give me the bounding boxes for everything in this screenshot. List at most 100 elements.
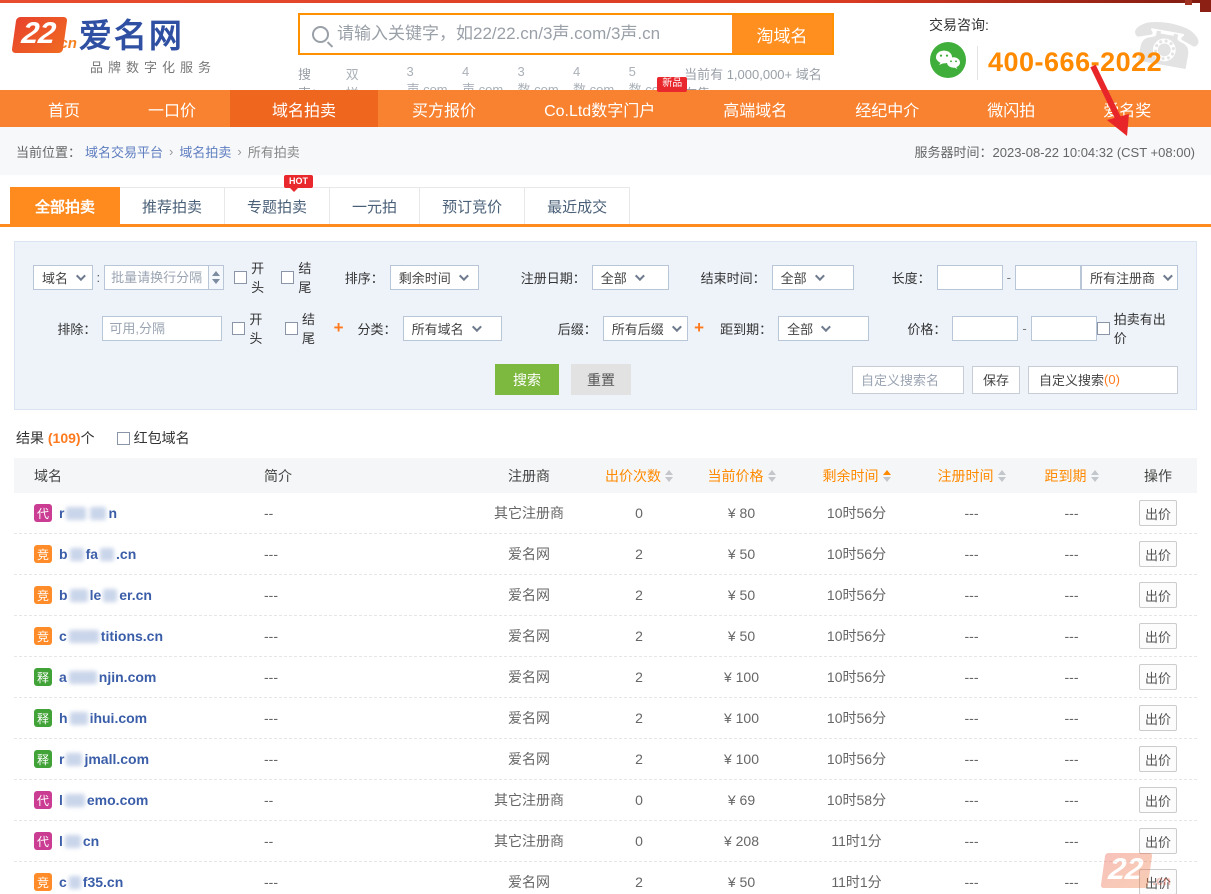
bid-button[interactable]: 出价 xyxy=(1139,828,1177,854)
domain-link[interactable]: lemo.com xyxy=(59,792,148,808)
exclude-ends-checkbox[interactable]: 结尾 xyxy=(285,309,328,347)
domain-link[interactable]: bleer.cn xyxy=(59,587,152,603)
tab-3[interactable]: 专题拍卖HOT xyxy=(225,187,330,224)
domain-link[interactable]: bfa.cn xyxy=(59,546,136,562)
domain-text: c xyxy=(59,628,67,644)
bid-button[interactable]: 出价 xyxy=(1139,541,1177,567)
custom-search-count: (0) xyxy=(1104,372,1120,387)
breadcrumb-link[interactable]: 域名拍卖 xyxy=(179,142,231,161)
site-logo[interactable]: 22 cn 爱名网 品牌数字化服务 xyxy=(14,11,286,76)
nav-item-1[interactable]: 首页 xyxy=(14,90,114,127)
column-header[interactable]: 注册时间 xyxy=(919,466,1024,486)
tab-6[interactable]: 最近成交 xyxy=(525,187,630,224)
tab-5[interactable]: 预订竞价 xyxy=(420,187,525,224)
domain-type-badge: 代 xyxy=(34,832,52,850)
category-select[interactable]: 所有域名 xyxy=(403,316,502,341)
bids-cell: 2 xyxy=(589,628,689,644)
bid-button[interactable]: 出价 xyxy=(1139,582,1177,608)
redpacket-checkbox[interactable]: 红包域名 xyxy=(117,428,190,448)
range-separator: - xyxy=(1007,270,1011,285)
domain-link[interactable]: rjmall.com xyxy=(59,751,149,767)
blurred-text xyxy=(70,548,84,561)
column-header[interactable]: 当前价格 xyxy=(689,466,794,486)
starts-with-checkbox[interactable]: 开头 xyxy=(234,258,271,296)
remaining-cell: 10时56分 xyxy=(794,585,919,605)
nav-item-3[interactable]: 域名拍卖 xyxy=(230,90,378,127)
bid-button[interactable]: 出价 xyxy=(1139,746,1177,772)
tab-1[interactable]: 全部拍卖 xyxy=(10,187,120,224)
add-suffix-button[interactable]: + xyxy=(694,318,704,338)
domain-text: titions.cn xyxy=(101,628,163,644)
tab-label: 最近成交 xyxy=(547,196,607,217)
bid-button[interactable]: 出价 xyxy=(1139,705,1177,731)
search-area: 淘域名 搜索： 双拼.com3声.com4声.com3数.com4数.com5数… xyxy=(298,11,834,102)
nav-item-label: 域名拍卖 xyxy=(272,97,336,121)
column-header[interactable]: 剩余时间 xyxy=(794,466,919,486)
bid-button[interactable]: 出价 xyxy=(1139,500,1177,526)
add-exclude-button[interactable]: + xyxy=(334,318,344,338)
exclude-input[interactable] xyxy=(102,316,222,341)
regdate-select[interactable]: 全部 xyxy=(592,265,669,290)
price-min-input[interactable] xyxy=(952,316,1018,341)
price-max-input[interactable] xyxy=(1031,316,1097,341)
nav-item-label: 经纪中介 xyxy=(855,97,919,121)
sort-select[interactable]: 剩余时间 xyxy=(390,265,479,290)
custom-search-box[interactable]: 自定义搜索(0) xyxy=(1028,366,1178,394)
domain-link[interactable]: hihui.com xyxy=(59,710,147,726)
tab-4[interactable]: 一元拍 xyxy=(330,187,420,224)
domain-link[interactable]: rn xyxy=(59,505,117,521)
wechat-icon[interactable] xyxy=(929,41,967,84)
length-min-input[interactable] xyxy=(937,265,1003,290)
action-cell: 出价 xyxy=(1119,500,1197,526)
registrar-select[interactable]: 所有注册商 xyxy=(1081,265,1178,290)
nav-item-8[interactable]: 微闪拍 xyxy=(953,90,1069,127)
nav-item-2[interactable]: 一口价 xyxy=(114,90,230,127)
spinner-control[interactable] xyxy=(208,265,224,290)
search-button[interactable]: 搜索 xyxy=(495,364,559,395)
tab-label: 专题拍卖 xyxy=(247,196,307,217)
domain-text: njin.com xyxy=(99,669,157,685)
auction-tabs: 全部拍卖推荐拍卖专题拍卖HOT一元拍预订竞价 最近成交 xyxy=(0,175,1211,227)
endtime-select[interactable]: 全部 xyxy=(772,265,854,290)
nav-item-4[interactable]: 买方报价 xyxy=(378,90,510,127)
search-submit-button[interactable]: 淘域名 xyxy=(732,15,832,53)
expire-cell: --- xyxy=(1024,792,1119,808)
nav-item-7[interactable]: 经纪中介 xyxy=(821,90,953,127)
sort-arrows-icon xyxy=(998,470,1006,482)
domain-link[interactable]: anjin.com xyxy=(59,669,156,685)
sort-value: 剩余时间 xyxy=(399,268,451,287)
length-max-input[interactable] xyxy=(1015,265,1081,290)
domain-link[interactable]: lcn xyxy=(59,833,99,849)
ends-with-checkbox[interactable]: 结尾 xyxy=(281,258,318,296)
chevron-down-icon xyxy=(1163,271,1173,281)
bid-button[interactable]: 出价 xyxy=(1139,623,1177,649)
save-button[interactable]: 保存 xyxy=(972,366,1020,394)
bid-button[interactable]: 出价 xyxy=(1139,664,1177,690)
domain-text: ihui.com xyxy=(90,710,148,726)
checkbox-label: 开头 xyxy=(249,309,275,347)
domain-text: n xyxy=(108,505,117,521)
breadcrumb-bar: 当前位置： 域名交易平台›域名拍卖›所有拍卖 服务器时间：2023-08-22 … xyxy=(0,127,1211,175)
field-type-select[interactable]: 域名 xyxy=(33,265,93,290)
nav-item-5[interactable]: Co.Ltd数字门户新品 xyxy=(510,90,689,127)
column-header[interactable]: 距到期 xyxy=(1024,466,1119,486)
nav-item-9[interactable]: 爱名奖 xyxy=(1069,90,1185,127)
tab-2[interactable]: 推荐拍卖 xyxy=(120,187,225,224)
checkbox-icon xyxy=(232,322,245,335)
blurred-text xyxy=(70,712,88,725)
has-bid-checkbox[interactable]: 拍卖有出价 xyxy=(1097,309,1178,347)
column-header[interactable]: 出价次数 xyxy=(589,466,689,486)
bids-cell: 2 xyxy=(589,874,689,890)
exclude-starts-checkbox[interactable]: 开头 xyxy=(232,309,275,347)
domain-link[interactable]: cf35.cn xyxy=(59,874,123,890)
breadcrumb-link[interactable]: 域名交易平台 xyxy=(85,142,163,161)
nav-item-6[interactable]: 高端域名 xyxy=(689,90,821,127)
domain-link[interactable]: c titions.cn xyxy=(59,628,163,644)
expire-select[interactable]: 全部 xyxy=(778,316,869,341)
custom-search-name-input[interactable]: 自定义搜索名 xyxy=(852,366,964,394)
batch-domain-input[interactable] xyxy=(104,265,208,290)
reset-button[interactable]: 重置 xyxy=(571,364,631,395)
search-input[interactable] xyxy=(337,15,732,53)
suffix-select[interactable]: 所有后缀 xyxy=(603,316,688,341)
bid-button[interactable]: 出价 xyxy=(1139,787,1177,813)
